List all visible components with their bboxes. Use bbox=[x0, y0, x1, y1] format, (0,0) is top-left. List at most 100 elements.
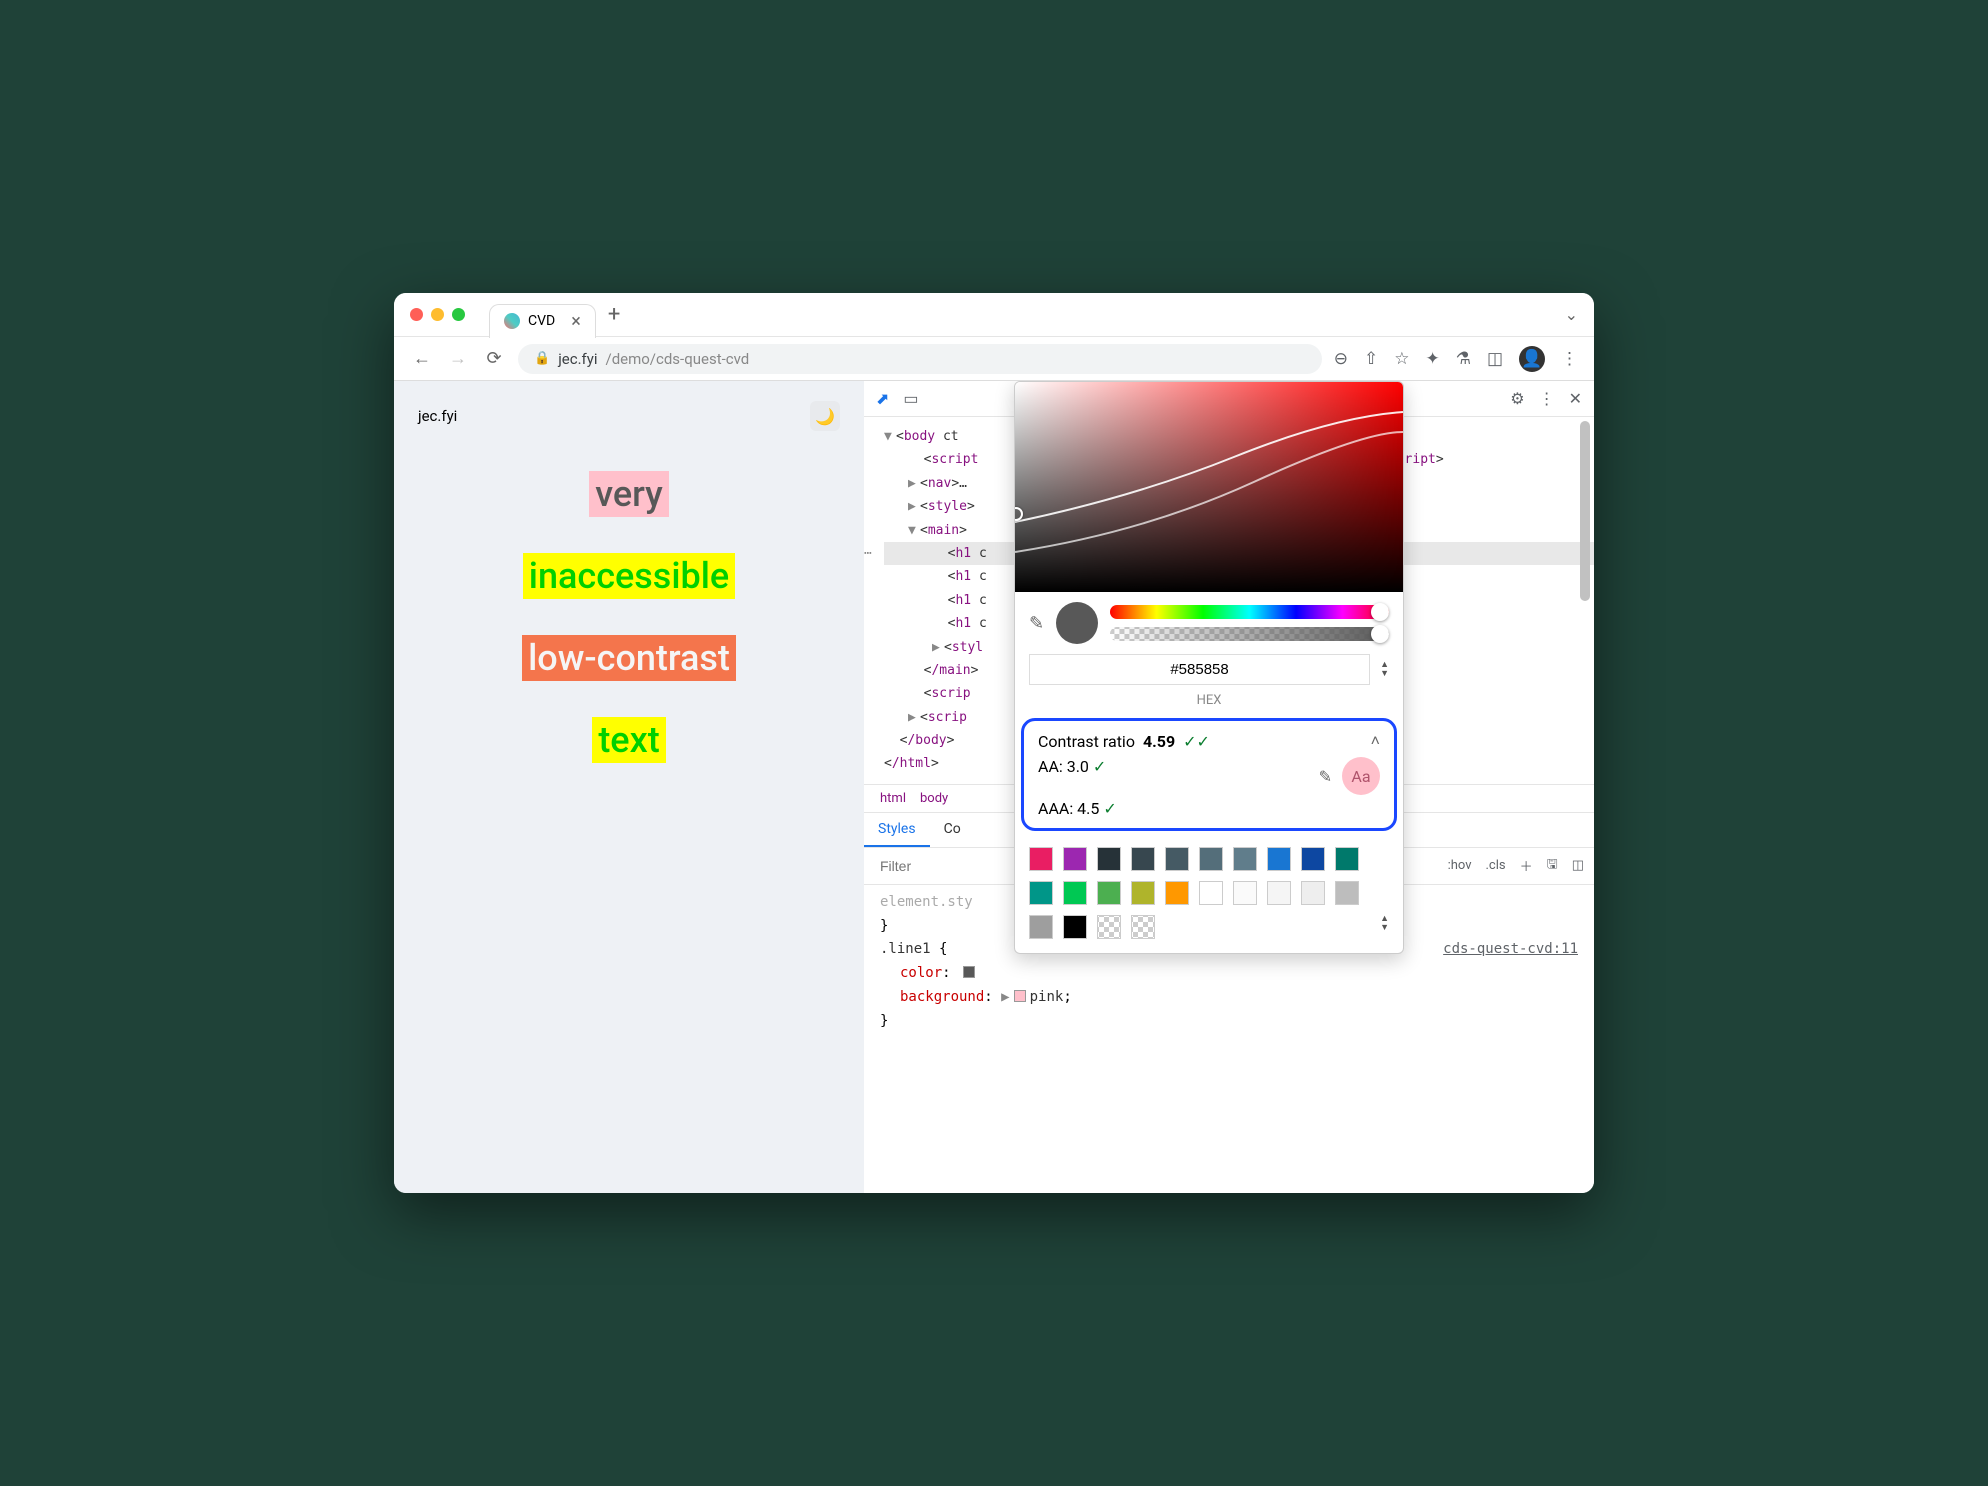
palette-swatch[interactable] bbox=[1199, 847, 1223, 871]
aa-label: AA: 3.0 bbox=[1038, 757, 1089, 776]
share-icon[interactable]: ⇧ bbox=[1364, 349, 1378, 369]
scrollbar-thumb[interactable] bbox=[1580, 421, 1590, 601]
palette-swatch-empty[interactable] bbox=[1131, 915, 1155, 939]
devtools: ⬈ ▭ ⚙ ⋮ ✕ ▼<body ct <scripto-js");</scri… bbox=[864, 381, 1594, 1193]
back-button[interactable]: ← bbox=[410, 347, 434, 371]
palette-swatch[interactable] bbox=[1063, 881, 1087, 905]
palette-swatch[interactable] bbox=[1267, 881, 1291, 905]
cls-button[interactable]: .cls bbox=[1486, 858, 1506, 873]
aa-check-icon: ✓ bbox=[1093, 757, 1106, 776]
palette-swatch[interactable] bbox=[1165, 847, 1189, 871]
maximize-window-button[interactable] bbox=[452, 308, 465, 321]
palette-swatch[interactable] bbox=[1029, 881, 1053, 905]
labs-icon[interactable]: ⚗ bbox=[1456, 349, 1471, 369]
address-bar[interactable]: 🔒 jec.fyi/demo/cds-quest-cvd bbox=[518, 344, 1322, 374]
rendered-page: jec.fyi 🌙 very inaccessible low-contrast… bbox=[394, 381, 864, 1193]
palette-swatch-empty[interactable] bbox=[1097, 915, 1121, 939]
theme-toggle[interactable]: 🌙 bbox=[810, 401, 840, 431]
contrast-collapse-icon[interactable]: ˄ bbox=[1371, 731, 1380, 751]
palette-swatch[interactable] bbox=[1131, 881, 1155, 905]
save-style-icon[interactable]: 🖫 bbox=[1547, 855, 1558, 877]
close-window-button[interactable] bbox=[410, 308, 423, 321]
zoom-icon[interactable]: ⊖ bbox=[1334, 349, 1348, 369]
contrast-label: Contrast ratio bbox=[1038, 732, 1135, 751]
contrast-sample: Aa bbox=[1342, 757, 1380, 795]
settings-icon[interactable]: ⚙ bbox=[1510, 389, 1524, 408]
aaa-check-icon: ✓ bbox=[1103, 799, 1116, 818]
forward-button[interactable]: → bbox=[446, 347, 470, 371]
eyedropper-icon[interactable]: ✎ bbox=[1029, 613, 1044, 634]
bookmark-icon[interactable]: ☆ bbox=[1394, 349, 1409, 369]
favicon-icon bbox=[504, 313, 520, 329]
extensions-icon[interactable]: ✦ bbox=[1425, 349, 1439, 369]
palette-swatch[interactable] bbox=[1131, 847, 1155, 871]
styles-tab[interactable]: Styles bbox=[864, 813, 930, 847]
contrast-checks-icon: ✓✓ bbox=[1183, 732, 1210, 751]
color-palette: ▲▼ bbox=[1015, 837, 1403, 953]
hue-thumb[interactable] bbox=[1371, 603, 1389, 621]
more-icon[interactable]: ⋮ bbox=[1539, 389, 1555, 408]
palette-swatch[interactable] bbox=[1063, 847, 1087, 871]
reload-button[interactable]: ⟳ bbox=[482, 347, 506, 371]
menu-icon[interactable]: ⋮ bbox=[1561, 349, 1578, 369]
heading-line2: inaccessible bbox=[523, 553, 735, 599]
url-bar: ← → ⟳ 🔒 jec.fyi/demo/cds-quest-cvd ⊖ ⇧ ☆… bbox=[394, 337, 1594, 381]
alpha-thumb[interactable] bbox=[1371, 625, 1389, 643]
palette-swatch[interactable] bbox=[1063, 915, 1087, 939]
minimize-window-button[interactable] bbox=[431, 308, 444, 321]
titlebar: CVD × + ⌄ bbox=[394, 293, 1594, 337]
palette-swatch[interactable] bbox=[1233, 847, 1257, 871]
palette-swatch[interactable] bbox=[1097, 881, 1121, 905]
profile-avatar[interactable]: 👤 bbox=[1519, 346, 1545, 372]
site-name[interactable]: jec.fyi bbox=[418, 407, 457, 425]
palette-swatch[interactable] bbox=[1335, 847, 1359, 871]
hov-button[interactable]: :hov bbox=[1448, 858, 1472, 873]
url-path: /demo/cds-quest-cvd bbox=[606, 350, 750, 368]
palette-swatch[interactable] bbox=[1165, 881, 1189, 905]
palette-swatch[interactable] bbox=[1301, 847, 1325, 871]
source-link[interactable]: cds-quest-cvd:11 bbox=[1443, 938, 1578, 962]
toolbar-icons: ⊖ ⇧ ☆ ✦ ⚗ ◫ 👤 ⋮ bbox=[1334, 346, 1578, 372]
heading-line1: very bbox=[589, 471, 669, 517]
close-tab-icon[interactable]: × bbox=[571, 311, 581, 332]
format-switcher[interactable]: ▲▼ bbox=[1380, 661, 1389, 679]
contrast-ratio-section: Contrast ratio 4.59 ✓✓ ˄ AA: 3.0 ✓ ✎ Aa … bbox=[1021, 718, 1397, 831]
contrast-eyedropper-icon[interactable]: ✎ bbox=[1319, 767, 1332, 786]
color-swatch[interactable] bbox=[963, 966, 975, 978]
aaa-label: AAA: 4.5 bbox=[1038, 799, 1099, 818]
heading-line4: text bbox=[592, 717, 665, 763]
palette-swatch[interactable] bbox=[1029, 847, 1053, 871]
computed-tab[interactable]: Co bbox=[930, 813, 975, 847]
contrast-value: 4.59 bbox=[1143, 732, 1175, 751]
palette-swatch[interactable] bbox=[1233, 881, 1257, 905]
hue-slider[interactable] bbox=[1110, 605, 1389, 619]
color-picker: ✎ ▲▼ HEX Contrast ratio 4.59 bbox=[1014, 381, 1404, 954]
palette-swatch[interactable] bbox=[1097, 847, 1121, 871]
palette-swatch[interactable] bbox=[1199, 881, 1223, 905]
new-tab-button[interactable]: + bbox=[608, 302, 620, 327]
content: jec.fyi 🌙 very inaccessible low-contrast… bbox=[394, 381, 1594, 1193]
background-swatch[interactable] bbox=[1014, 990, 1026, 1002]
palette-swatch[interactable] bbox=[1301, 881, 1325, 905]
browser-tab[interactable]: CVD × bbox=[489, 304, 596, 338]
alpha-slider[interactable] bbox=[1110, 627, 1389, 641]
heading-line3: low-contrast bbox=[522, 635, 736, 681]
color-spectrum[interactable] bbox=[1015, 382, 1403, 592]
tab-title: CVD bbox=[528, 313, 555, 329]
palette-switcher[interactable]: ▲▼ bbox=[1380, 915, 1389, 933]
palette-swatch[interactable] bbox=[1029, 915, 1053, 939]
traffic-lights bbox=[410, 308, 465, 321]
palette-swatch[interactable] bbox=[1267, 847, 1291, 871]
url-domain: jec.fyi bbox=[558, 350, 597, 368]
device-toggle-icon[interactable]: ▭ bbox=[903, 389, 918, 408]
hex-input[interactable] bbox=[1029, 654, 1370, 685]
scrollbar[interactable] bbox=[1580, 421, 1592, 1183]
tabs-dropdown-icon[interactable]: ⌄ bbox=[1565, 305, 1578, 324]
sidepanel-icon[interactable]: ◫ bbox=[1487, 349, 1503, 369]
format-label: HEX bbox=[1015, 693, 1403, 708]
palette-swatch[interactable] bbox=[1335, 881, 1359, 905]
close-devtools-icon[interactable]: ✕ bbox=[1569, 389, 1582, 408]
browser-window: CVD × + ⌄ ← → ⟳ 🔒 jec.fyi/demo/cds-quest… bbox=[394, 293, 1594, 1193]
new-style-button[interactable]: ＋ bbox=[1520, 856, 1533, 875]
inspect-icon[interactable]: ⬈ bbox=[876, 389, 889, 408]
